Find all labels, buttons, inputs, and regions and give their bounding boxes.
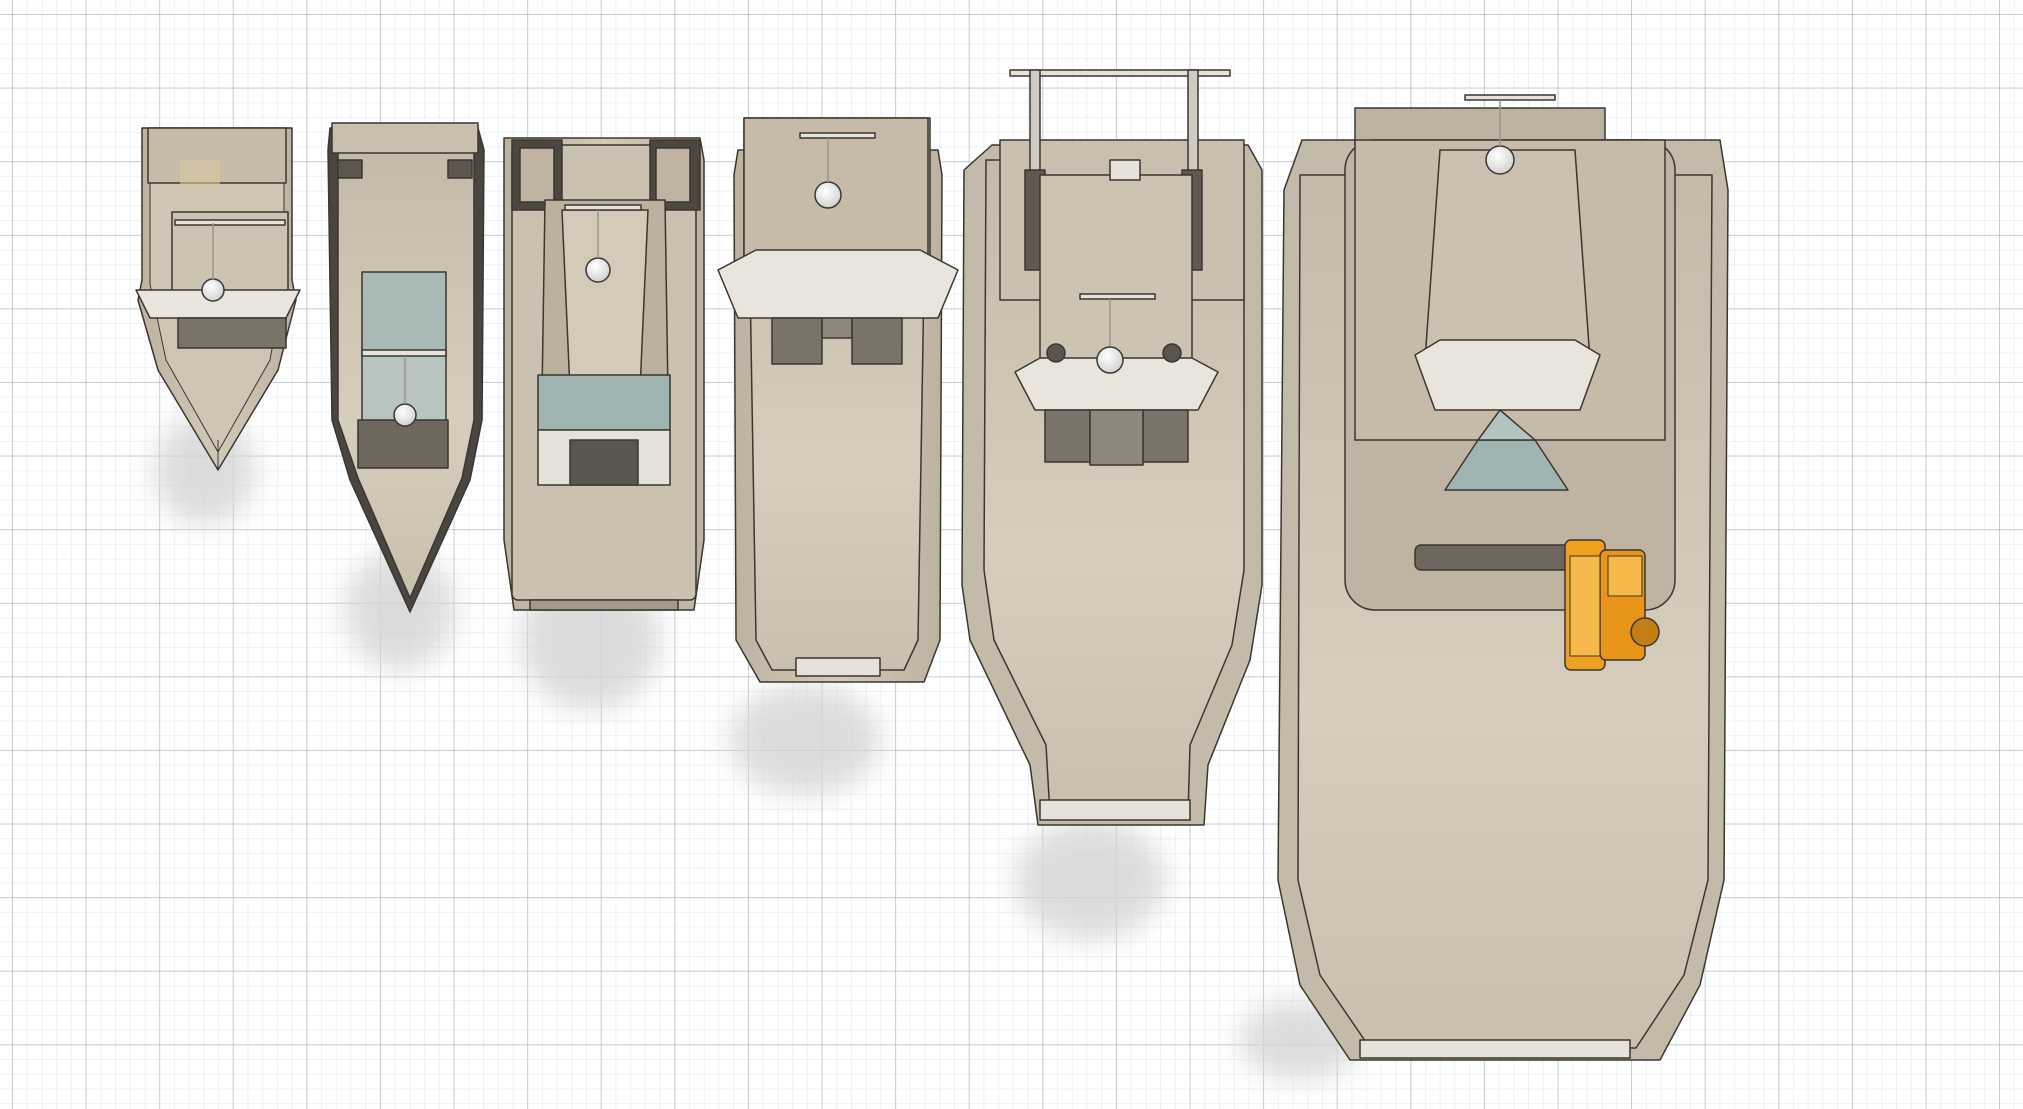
boat-2-radar-dome — [393, 403, 417, 427]
boat-2-windscreen — [361, 271, 447, 353]
boat-4[interactable] — [717, 117, 959, 683]
boat-5-radar-dome — [1096, 346, 1124, 374]
boat-1-antenna-bar — [174, 219, 286, 226]
boat-2-console — [357, 419, 449, 469]
boat-2[interactable] — [327, 122, 485, 613]
excavator-icon[interactable] — [1564, 539, 1660, 671]
boat-6-antenna-bar — [1464, 94, 1556, 101]
boat-5[interactable] — [961, 69, 1263, 826]
boat-1[interactable] — [135, 127, 301, 471]
boat-3-radar-dome — [585, 257, 611, 283]
cad-viewport[interactable] — [0, 0, 2023, 1109]
boat-3-antenna-bar — [564, 204, 642, 211]
boat-4-cabin — [771, 317, 823, 365]
boat-6-radar-dome — [1485, 145, 1515, 175]
boat-4-radar-dome — [814, 181, 842, 209]
boat-6[interactable] — [1277, 94, 1729, 1061]
boat-1-radar-dome — [201, 278, 225, 302]
boat-4-antenna-bar — [799, 132, 876, 139]
model-scene[interactable] — [0, 0, 2023, 1109]
boat-5-antenna-bar — [1079, 293, 1156, 300]
boat-3[interactable] — [503, 137, 705, 611]
boat-6-bridge — [1424, 149, 1591, 361]
